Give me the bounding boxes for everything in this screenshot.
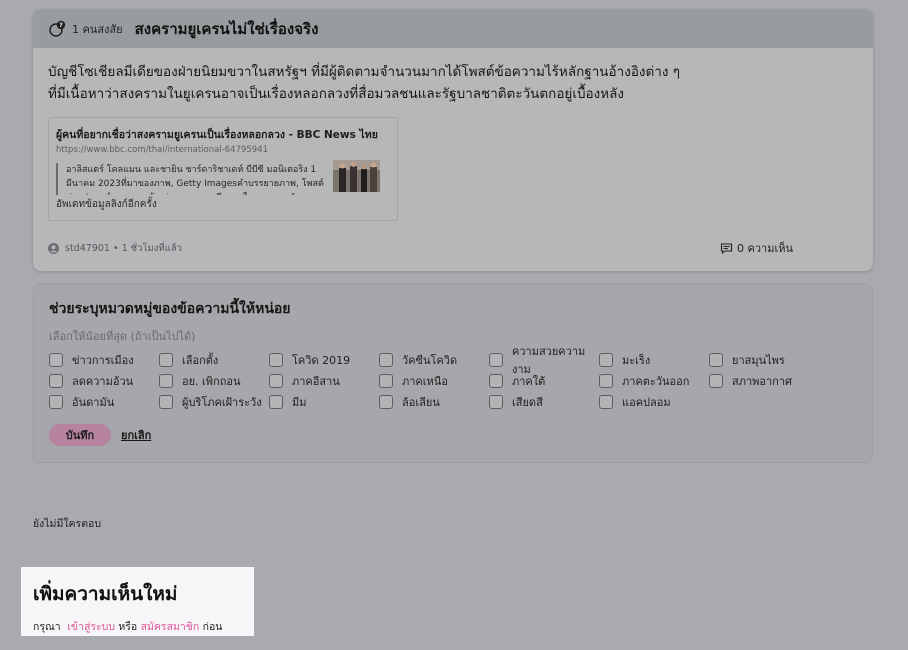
category-checkbox[interactable] [379, 395, 393, 409]
comment-icon [720, 242, 733, 255]
cancel-button[interactable]: ยกเลิก [121, 426, 151, 444]
category-option[interactable]: ภาคเหนือ [379, 373, 489, 389]
link-snippet: อาลิสแตร์ โคลแมน และชายิน ชาร์ดาริชาเดห์… [56, 163, 324, 195]
article-title[interactable]: สงครามยูเครนไม่ใช่เรื่องจริง [135, 17, 319, 41]
link-thumbnail [333, 160, 380, 192]
category-checkbox[interactable] [159, 374, 173, 388]
category-label: สภาพอากาศ [732, 375, 792, 388]
category-option[interactable]: อันดามัน [49, 394, 159, 410]
article-body: บัญชีโซเชียลมีเดียของฝ่ายนิยมขวาในสหรัฐฯ… [48, 64, 681, 102]
category-option[interactable]: เสียดสี [489, 394, 599, 410]
category-checkbox[interactable] [379, 374, 393, 388]
category-checkbox[interactable] [709, 353, 723, 367]
category-option[interactable]: ภาคตะวันออก [599, 373, 709, 389]
no-replies-text: ยังไม่มีใครตอบ [33, 518, 101, 530]
category-label: ภาคเหนือ [402, 375, 448, 388]
category-option[interactable]: แอคปลอม [599, 394, 709, 410]
prompt-suffix: ก่อน [202, 621, 223, 633]
category-option[interactable]: ผู้บริโภคเฝ้าระวัง [159, 394, 269, 410]
category-checkbox[interactable] [159, 353, 173, 367]
link-preview[interactable]: ผู้คนที่อยากเชื่อว่าสงครามยูเครนเป็นเรื่… [48, 117, 398, 221]
category-option[interactable]: มีม [269, 394, 379, 410]
category-label: โควิด 2019 [292, 354, 351, 367]
category-option[interactable]: ความสวยความงาม [489, 345, 599, 376]
doubt-count: 1 คนสงสัย [72, 22, 123, 36]
category-label: อันดามัน [72, 396, 115, 409]
user-icon [48, 242, 59, 254]
comment-count[interactable]: 0 ความเห็น [720, 239, 793, 257]
comment-count-label: 0 ความเห็น [737, 242, 793, 255]
category-label: อย. เพิกถอน [182, 375, 241, 388]
category-checkbox[interactable] [599, 395, 613, 409]
category-card: ช่วยระบุหมวดหมู่ของข้อความนี้ให้หน่อย เล… [33, 283, 873, 463]
category-label: ภาคตะวันออก [622, 375, 690, 388]
category-label: ล้อเลียน [402, 396, 440, 409]
save-button[interactable]: บันทึก [49, 424, 111, 446]
post-time: • 1 ชั่วโมงที่แล้ว [112, 242, 182, 254]
category-option[interactable]: ข่าวการเมือง [49, 352, 159, 368]
category-checkbox[interactable] [49, 395, 63, 409]
category-option[interactable]: อย. เพิกถอน [159, 373, 269, 389]
category-label: มีม [292, 396, 307, 409]
category-option[interactable]: ภาคอีสาน [269, 373, 379, 389]
category-option[interactable]: ภาคใต้ [489, 373, 599, 389]
category-option[interactable]: ล้อเลียน [379, 394, 489, 410]
category-checkbox[interactable] [269, 353, 283, 367]
login-prompt: กรุณา เข้าสู่ระบบ หรือ สมัครสมาชิก ก่อน [33, 618, 242, 635]
category-checkbox[interactable] [489, 374, 503, 388]
category-checkbox[interactable] [599, 374, 613, 388]
category-checkbox[interactable] [489, 353, 503, 367]
category-checkbox[interactable] [379, 353, 393, 367]
register-link[interactable]: สมัครสมาชิก [141, 621, 200, 633]
category-label: ภาคอีสาน [292, 375, 340, 388]
category-label: มะเร็ง [622, 354, 651, 367]
category-label: แอคปลอม [622, 396, 671, 409]
author-info: std47901 • 1 ชั่วโมงที่แล้ว [48, 241, 182, 256]
article-card: ? 1 คนสงสัย สงครามยูเครนไม่ใช่เรื่องจริง… [33, 9, 873, 271]
category-checkbox[interactable] [49, 353, 63, 367]
new-comment-title: เพิ่มความเห็นใหม่ [33, 583, 178, 605]
category-option[interactable]: เลือกตั้ง [159, 352, 269, 368]
category-checkbox[interactable] [269, 374, 283, 388]
category-label: เลือกตั้ง [182, 354, 219, 367]
category-subtitle: เลือกให้น้อยที่สุด (ถ้าเป็นไปได้) [49, 330, 196, 343]
category-label: วัคซีนโควิด [402, 354, 458, 367]
category-checkbox[interactable] [159, 395, 173, 409]
prompt-or: หรือ [118, 621, 138, 633]
category-option[interactable]: สภาพอากาศ [709, 373, 819, 389]
refresh-link-button[interactable]: อัพเดทข้อมูลลิงก์อีกครั้ง [56, 197, 390, 212]
category-option[interactable]: ยาสมุนไพร [709, 352, 819, 368]
category-grid: ข่าวการเมือง เลือกตั้ง โควิด 2019 วัคซีนโคว… [49, 345, 857, 410]
category-checkbox[interactable] [709, 374, 723, 388]
prompt-prefix: กรุณา [33, 621, 61, 633]
article-header: ? 1 คนสงสัย สงครามยูเครนไม่ใช่เรื่องจริง [33, 9, 873, 48]
category-title: ช่วยระบุหมวดหมู่ของข้อความนี้ให้หน่อย [49, 301, 291, 317]
category-option[interactable]: วัคซีนโควิด [379, 352, 489, 368]
category-option[interactable]: ลดความอ้วน [49, 373, 159, 389]
category-option[interactable]: โควิด 2019 [269, 352, 379, 368]
category-checkbox[interactable] [269, 395, 283, 409]
category-label: ภาคใต้ [512, 375, 546, 388]
category-option[interactable]: มะเร็ง [599, 352, 709, 368]
login-link[interactable]: เข้าสู่ระบบ [67, 621, 115, 633]
category-checkbox[interactable] [49, 374, 63, 388]
author-name[interactable]: std47901 [65, 243, 110, 254]
category-checkbox[interactable] [599, 353, 613, 367]
new-comment-panel: เพิ่มความเห็นใหม่ กรุณา เข้าสู่ระบบ หรือ… [21, 567, 254, 636]
category-checkbox[interactable] [489, 395, 503, 409]
question-icon: ? [48, 20, 66, 38]
category-label: ลดความอ้วน [72, 375, 134, 388]
category-label: ข่าวการเมือง [72, 354, 134, 367]
link-url[interactable]: https://www.bbc.com/thai/international-6… [56, 145, 390, 155]
category-label: ผู้บริโภคเฝ้าระวัง [182, 396, 262, 409]
category-label: ยาสมุนไพร [732, 354, 785, 367]
svg-text:?: ? [59, 22, 63, 29]
category-label: เสียดสี [512, 396, 543, 409]
link-title[interactable]: ผู้คนที่อยากเชื่อว่าสงครามยูเครนเป็นเรื่… [56, 126, 390, 143]
